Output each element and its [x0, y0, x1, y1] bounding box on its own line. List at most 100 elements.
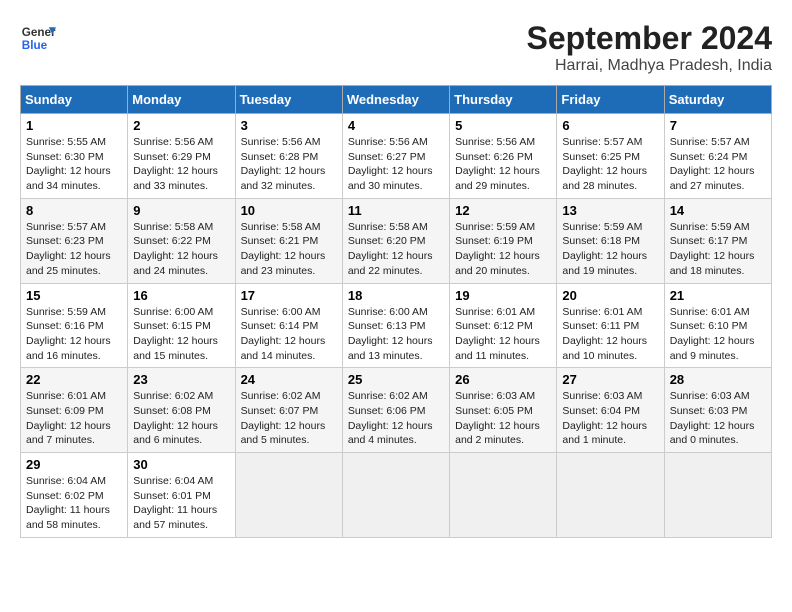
- calendar-cell: 17 Sunrise: 6:00 AMSunset: 6:14 PMDayligh…: [235, 283, 342, 368]
- calendar-cell: 8 Sunrise: 5:57 AMSunset: 6:23 PMDaylight…: [21, 198, 128, 283]
- day-info: Sunrise: 6:02 AMSunset: 6:08 PMDaylight:…: [133, 389, 229, 448]
- day-info: Sunrise: 5:57 AMSunset: 6:23 PMDaylight:…: [26, 220, 122, 279]
- day-number: 13: [562, 203, 658, 218]
- day-number: 17: [241, 288, 337, 303]
- day-info: Sunrise: 6:02 AMSunset: 6:06 PMDaylight:…: [348, 389, 444, 448]
- day-number: 6: [562, 118, 658, 133]
- calendar-table: SundayMondayTuesdayWednesdayThursdayFrid…: [20, 85, 772, 538]
- calendar-cell: 30 Sunrise: 6:04 AMSunset: 6:01 PMDayligh…: [128, 453, 235, 538]
- calendar-cell: 11 Sunrise: 5:58 AMSunset: 6:20 PMDayligh…: [342, 198, 449, 283]
- calendar-header-row: SundayMondayTuesdayWednesdayThursdayFrid…: [21, 86, 772, 114]
- calendar-cell: 9 Sunrise: 5:58 AMSunset: 6:22 PMDaylight…: [128, 198, 235, 283]
- day-number: 29: [26, 457, 122, 472]
- day-number: 16: [133, 288, 229, 303]
- day-info: Sunrise: 6:00 AMSunset: 6:15 PMDaylight:…: [133, 305, 229, 364]
- day-info: Sunrise: 5:57 AMSunset: 6:24 PMDaylight:…: [670, 135, 766, 194]
- day-number: 12: [455, 203, 551, 218]
- day-number: 30: [133, 457, 229, 472]
- calendar-cell: 21Sunrise: 6:01 AMSunset: 6:10 PMDayligh…: [664, 283, 771, 368]
- day-info: Sunrise: 5:58 AMSunset: 6:21 PMDaylight:…: [241, 220, 337, 279]
- logo-icon: General Blue: [20, 20, 56, 56]
- calendar-cell: 18Sunrise: 6:00 AMSunset: 6:13 PMDayligh…: [342, 283, 449, 368]
- calendar-cell: 26Sunrise: 6:03 AMSunset: 6:05 PMDayligh…: [450, 368, 557, 453]
- calendar-week-4: 22 Sunrise: 6:01 AMSunset: 6:09 PMDayligh…: [21, 368, 772, 453]
- day-info: Sunrise: 5:59 AMSunset: 6:17 PMDaylight:…: [670, 220, 766, 279]
- day-info: Sunrise: 6:03 AMSunset: 6:05 PMDaylight:…: [455, 389, 551, 448]
- day-number: 19: [455, 288, 551, 303]
- day-info: Sunrise: 5:56 AMSunset: 6:27 PMDaylight:…: [348, 135, 444, 194]
- day-header-sunday: Sunday: [21, 86, 128, 114]
- calendar-week-2: 8 Sunrise: 5:57 AMSunset: 6:23 PMDaylight…: [21, 198, 772, 283]
- day-number: 7: [670, 118, 766, 133]
- calendar-cell: 4 Sunrise: 5:56 AMSunset: 6:27 PMDaylight…: [342, 114, 449, 199]
- day-header-thursday: Thursday: [450, 86, 557, 114]
- day-number: 3: [241, 118, 337, 133]
- month-title: September 2024: [527, 20, 772, 57]
- calendar-cell: 3 Sunrise: 5:56 AMSunset: 6:28 PMDaylight…: [235, 114, 342, 199]
- day-info: Sunrise: 6:01 AMSunset: 6:11 PMDaylight:…: [562, 305, 658, 364]
- title-area: September 2024 Harrai, Madhya Pradesh, I…: [527, 20, 772, 75]
- day-number: 5: [455, 118, 551, 133]
- calendar-cell: 5 Sunrise: 5:56 AMSunset: 6:26 PMDaylight…: [450, 114, 557, 199]
- calendar-week-1: 1Sunrise: 5:55 AMSunset: 6:30 PMDaylight…: [21, 114, 772, 199]
- day-info: Sunrise: 5:59 AMSunset: 6:18 PMDaylight:…: [562, 220, 658, 279]
- day-header-wednesday: Wednesday: [342, 86, 449, 114]
- day-number: 22: [26, 372, 122, 387]
- calendar-cell: 13 Sunrise: 5:59 AMSunset: 6:18 PMDayligh…: [557, 198, 664, 283]
- calendar-cell: [450, 453, 557, 538]
- day-number: 15: [26, 288, 122, 303]
- logo: General Blue: [20, 20, 56, 56]
- day-number: 27: [562, 372, 658, 387]
- day-number: 9: [133, 203, 229, 218]
- day-number: 1: [26, 118, 122, 133]
- header: General Blue September 2024 Harrai, Madh…: [20, 20, 772, 75]
- day-info: Sunrise: 5:56 AMSunset: 6:26 PMDaylight:…: [455, 135, 551, 194]
- calendar-cell: 14Sunrise: 5:59 AMSunset: 6:17 PMDayligh…: [664, 198, 771, 283]
- day-info: Sunrise: 6:02 AMSunset: 6:07 PMDaylight:…: [241, 389, 337, 448]
- calendar-week-3: 15 Sunrise: 5:59 AMSunset: 6:16 PMDayligh…: [21, 283, 772, 368]
- day-header-saturday: Saturday: [664, 86, 771, 114]
- day-info: Sunrise: 5:56 AMSunset: 6:28 PMDaylight:…: [241, 135, 337, 194]
- day-info: Sunrise: 5:58 AMSunset: 6:22 PMDaylight:…: [133, 220, 229, 279]
- day-info: Sunrise: 6:01 AMSunset: 6:09 PMDaylight:…: [26, 389, 122, 448]
- calendar-cell: 6 Sunrise: 5:57 AMSunset: 6:25 PMDaylight…: [557, 114, 664, 199]
- day-info: Sunrise: 6:03 AMSunset: 6:04 PMDaylight:…: [562, 389, 658, 448]
- day-number: 23: [133, 372, 229, 387]
- day-number: 4: [348, 118, 444, 133]
- calendar-cell: 23 Sunrise: 6:02 AMSunset: 6:08 PMDayligh…: [128, 368, 235, 453]
- day-info: Sunrise: 5:57 AMSunset: 6:25 PMDaylight:…: [562, 135, 658, 194]
- calendar-cell: 2Sunrise: 5:56 AMSunset: 6:29 PMDaylight…: [128, 114, 235, 199]
- calendar-cell: 1Sunrise: 5:55 AMSunset: 6:30 PMDaylight…: [21, 114, 128, 199]
- calendar-cell: 20Sunrise: 6:01 AMSunset: 6:11 PMDayligh…: [557, 283, 664, 368]
- day-number: 25: [348, 372, 444, 387]
- day-info: Sunrise: 6:00 AMSunset: 6:14 PMDaylight:…: [241, 305, 337, 364]
- day-info: Sunrise: 5:59 AMSunset: 6:16 PMDaylight:…: [26, 305, 122, 364]
- day-info: Sunrise: 6:04 AMSunset: 6:01 PMDaylight:…: [133, 474, 229, 533]
- day-header-monday: Monday: [128, 86, 235, 114]
- calendar-cell: 10 Sunrise: 5:58 AMSunset: 6:21 PMDayligh…: [235, 198, 342, 283]
- calendar-week-5: 29 Sunrise: 6:04 AMSunset: 6:02 PMDayligh…: [21, 453, 772, 538]
- calendar-cell: 22 Sunrise: 6:01 AMSunset: 6:09 PMDayligh…: [21, 368, 128, 453]
- day-number: 11: [348, 203, 444, 218]
- calendar-cell: [342, 453, 449, 538]
- svg-text:Blue: Blue: [22, 39, 48, 52]
- day-number: 10: [241, 203, 337, 218]
- day-number: 24: [241, 372, 337, 387]
- day-header-friday: Friday: [557, 86, 664, 114]
- day-header-tuesday: Tuesday: [235, 86, 342, 114]
- day-info: Sunrise: 6:01 AMSunset: 6:10 PMDaylight:…: [670, 305, 766, 364]
- day-number: 28: [670, 372, 766, 387]
- calendar-cell: [235, 453, 342, 538]
- location-subtitle: Harrai, Madhya Pradesh, India: [527, 57, 772, 75]
- calendar-cell: 28Sunrise: 6:03 AMSunset: 6:03 PMDayligh…: [664, 368, 771, 453]
- day-number: 8: [26, 203, 122, 218]
- calendar-cell: 12Sunrise: 5:59 AMSunset: 6:19 PMDayligh…: [450, 198, 557, 283]
- day-number: 18: [348, 288, 444, 303]
- day-info: Sunrise: 6:01 AMSunset: 6:12 PMDaylight:…: [455, 305, 551, 364]
- day-info: Sunrise: 5:58 AMSunset: 6:20 PMDaylight:…: [348, 220, 444, 279]
- calendar-cell: 19 Sunrise: 6:01 AMSunset: 6:12 PMDayligh…: [450, 283, 557, 368]
- calendar-cell: 25 Sunrise: 6:02 AMSunset: 6:06 PMDayligh…: [342, 368, 449, 453]
- day-info: Sunrise: 6:04 AMSunset: 6:02 PMDaylight:…: [26, 474, 122, 533]
- calendar-cell: 24 Sunrise: 6:02 AMSunset: 6:07 PMDayligh…: [235, 368, 342, 453]
- calendar-cell: 29 Sunrise: 6:04 AMSunset: 6:02 PMDayligh…: [21, 453, 128, 538]
